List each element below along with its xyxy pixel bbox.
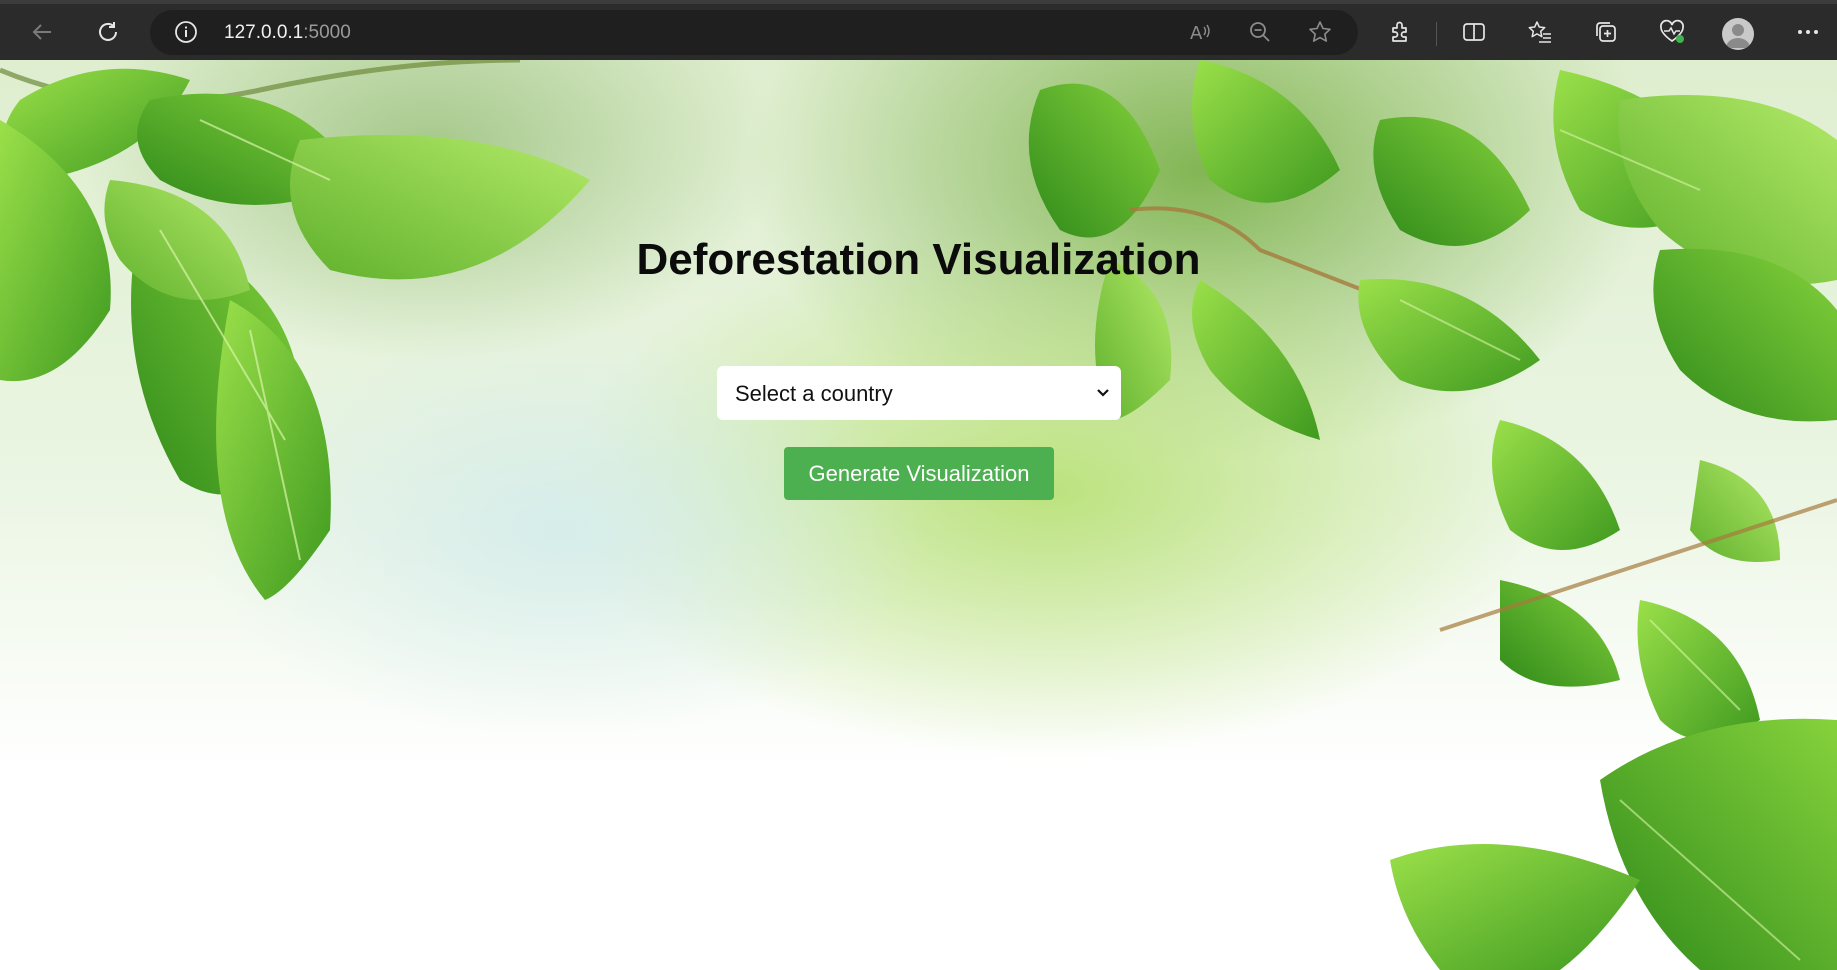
extensions-icon[interactable] xyxy=(1380,12,1420,52)
refresh-icon[interactable] xyxy=(88,12,128,52)
browser-toolbar: 127.0.0.1:5000 A xyxy=(0,0,1837,60)
browser-essentials-icon[interactable] xyxy=(1652,12,1692,52)
leaves-background-image xyxy=(0,60,1837,970)
more-menu-icon[interactable] xyxy=(1788,12,1828,52)
split-screen-icon[interactable] xyxy=(1454,12,1494,52)
zoom-out-icon[interactable] xyxy=(1240,12,1280,52)
collections-icon[interactable] xyxy=(1586,12,1626,52)
address-bar[interactable]: 127.0.0.1:5000 A xyxy=(150,10,1358,55)
back-icon[interactable] xyxy=(22,12,62,52)
profile-avatar-icon[interactable] xyxy=(1722,18,1754,50)
svg-text:A: A xyxy=(1190,23,1203,44)
country-select[interactable]: Select a country xyxy=(717,366,1121,420)
generate-visualization-button[interactable]: Generate Visualization xyxy=(784,447,1054,500)
toolbar-divider xyxy=(1436,22,1437,46)
url-text[interactable]: 127.0.0.1:5000 xyxy=(224,22,351,44)
url-port: :5000 xyxy=(303,22,351,43)
page-title: Deforestation Visualization xyxy=(636,235,1201,284)
favorites-list-icon[interactable] xyxy=(1520,12,1560,52)
page-background: Deforestation Visualization Select a cou… xyxy=(0,60,1837,970)
site-info-icon[interactable] xyxy=(174,20,198,44)
url-host: 127.0.0.1 xyxy=(224,22,304,43)
read-aloud-icon[interactable]: A xyxy=(1180,12,1220,52)
country-select-value: Select a country xyxy=(735,381,893,406)
favorite-star-icon[interactable] xyxy=(1300,12,1340,52)
chevron-down-icon xyxy=(1095,384,1111,400)
